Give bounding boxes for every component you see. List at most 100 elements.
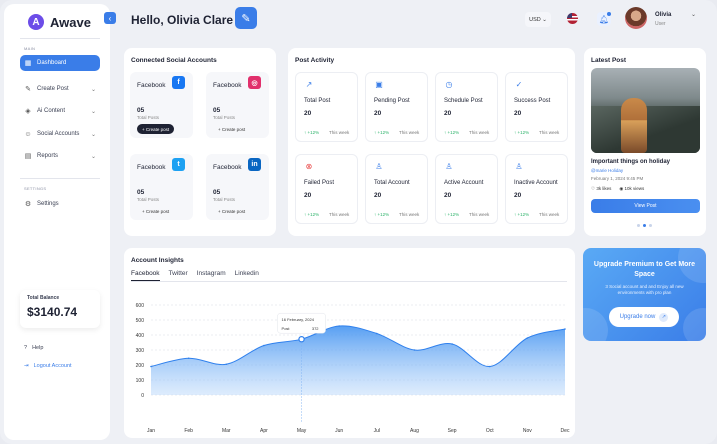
y-tick-label: 200 [136,363,145,369]
card-title: Latest Post [591,57,627,64]
instagram-icon: ◎ [248,76,261,89]
tab-linkedin[interactable]: Linkedin [235,270,259,281]
stat-label: Inactive Account [514,180,558,186]
post-image[interactable] [591,68,700,153]
data-point [150,365,152,368]
sidebar-item-reports[interactable]: ▤ Reports ⌄ [20,148,100,164]
sidebar-item-create-post[interactable]: ✎ Create Post ⌄ [20,81,100,97]
arrow-icon: ↗ [659,312,669,322]
x-tick-label: Apr [260,428,268,434]
awave-logo-icon: A [28,14,44,30]
twitter-icon: t [172,158,185,171]
settings-section-label: SETTINGS [24,186,47,191]
tooltip-date: 16 February, 2024 [282,317,315,322]
post-count: 05 [137,189,145,196]
help-icon: ? [24,345,28,351]
stat-change: ↑ +12% [374,212,390,217]
post-count-label: Total Posts [137,197,160,202]
chevron-down-icon[interactable]: ⌄ [691,11,696,18]
sidebar-item-label: Create Post [37,86,69,92]
data-point [225,363,228,366]
upgrade-button[interactable]: Upgrade now ↗ [609,307,679,327]
activity-stat-card: ▣ Pending Post 20 ↑ +12% This week [365,72,428,142]
stat-value: 20 [514,192,522,199]
tab-facebook[interactable]: Facebook [131,270,160,281]
insight-tabs: Facebook Twitter Instagram Linkedin [131,270,259,281]
sidebar: A Awave MAIN ▦ Dashboard ✎ Create Post ⌄… [4,4,110,440]
tab-twitter[interactable]: Twitter [169,270,188,281]
sidebar-item-settings[interactable]: ⚙ Settings [20,196,100,212]
sidebar-item-dashboard[interactable]: ▦ Dashboard [20,55,100,71]
sidebar-item-label: Reports [37,153,59,159]
view-post-button[interactable]: View Post [591,199,700,213]
activity-stat-card: ⊗ Failed Post 20 ↑ +12% This week [295,154,358,224]
divider [20,38,100,39]
tab-instagram[interactable]: Instagram [197,270,226,281]
stat-label: Total Post [304,98,331,104]
sidebar-item-label: Dashboard [37,60,67,66]
calendar-icon: ▣ [375,79,383,89]
x-tick-label: May [297,428,307,434]
eye-icon: ◉ [619,186,624,191]
stat-value: 20 [304,110,312,117]
create-post-button[interactable]: + Create post [137,206,174,216]
avatar[interactable] [625,7,647,29]
ai-icon: ◈ [25,108,31,115]
currency-select[interactable]: USD ⌄ [525,12,551,27]
y-tick-label: 100 [136,378,145,384]
stat-period: This week [399,130,420,135]
latest-post-card: Latest Post Important things on holiday … [584,48,706,236]
data-point [338,325,340,327]
activity-stat-card: ◷ Schedule Post 20 ↑ +12% This week [435,72,498,142]
chart-icon: ↗ [305,79,313,89]
tab-underline [131,281,567,282]
carousel-dots[interactable] [637,224,652,227]
data-point [451,343,453,345]
divider [20,178,100,179]
data-point [263,344,265,347]
chevron-down-icon: ⌄ [90,86,96,93]
users-icon: ☺ [24,130,32,138]
stat-period: This week [329,212,350,217]
help-link[interactable]: ? Help [24,345,43,351]
y-tick-label: 500 [136,318,145,324]
stat-period: This week [469,212,490,217]
stat-period: This week [539,130,560,135]
stat-label: Pending Post [374,98,410,104]
currency-value: USD [529,16,541,23]
x-tick-label: Nov [523,428,532,434]
post-count: 05 [213,189,221,196]
card-title: Connected Social Accounts [131,57,217,64]
card-title: Account Insights [131,257,184,264]
y-tick-label: 0 [141,393,144,399]
logout-link[interactable]: ⇥ Logout Account [24,363,72,369]
user-name: Olivia [655,12,672,18]
upgrade-description: 3 Social account and and Enjoy all new e… [605,284,684,295]
activity-stat-card: ♙ Total Account 20 ↑ +12% This week [365,154,428,224]
notification-dot [607,12,611,16]
us-flag-icon[interactable] [567,13,578,24]
total-balance-card: Total Balance $3140.74 [20,290,100,328]
stat-period: This week [539,212,560,217]
stat-change: ↑ +12% [444,130,460,135]
views-stat: ◉ 10k views [619,186,645,191]
area-fill [151,325,565,395]
main-section-label: MAIN [24,46,36,51]
collapse-sidebar-button[interactable]: ‹ [104,12,116,24]
create-post-button[interactable]: + Create post [137,124,175,134]
create-post-button[interactable]: + Create post [213,206,250,216]
stat-value: 20 [304,192,312,199]
post-author[interactable]: @marie Holiday [591,168,623,173]
compose-button[interactable]: ✎ [235,7,257,29]
sidebar-item-label: Settings [37,201,59,207]
sidebar-item-social-accounts[interactable]: ☺ Social Accounts ⌄ [20,126,100,142]
logo[interactable]: A Awave [28,14,91,30]
upgrade-card: Upgrade Premium to Get More Space 3 Soci… [583,248,706,341]
account-name: Facebook [137,82,166,89]
x-tick-label: Dec [561,428,570,434]
data-point [376,332,378,335]
connected-accounts-card: Connected Social Accounts Facebook f 05 … [124,48,276,236]
sidebar-item-ai-content[interactable]: ◈ Ai Content ⌄ [20,103,100,119]
create-post-button[interactable]: + Create post [213,124,250,134]
post-count-label: Total Posts [137,115,160,120]
